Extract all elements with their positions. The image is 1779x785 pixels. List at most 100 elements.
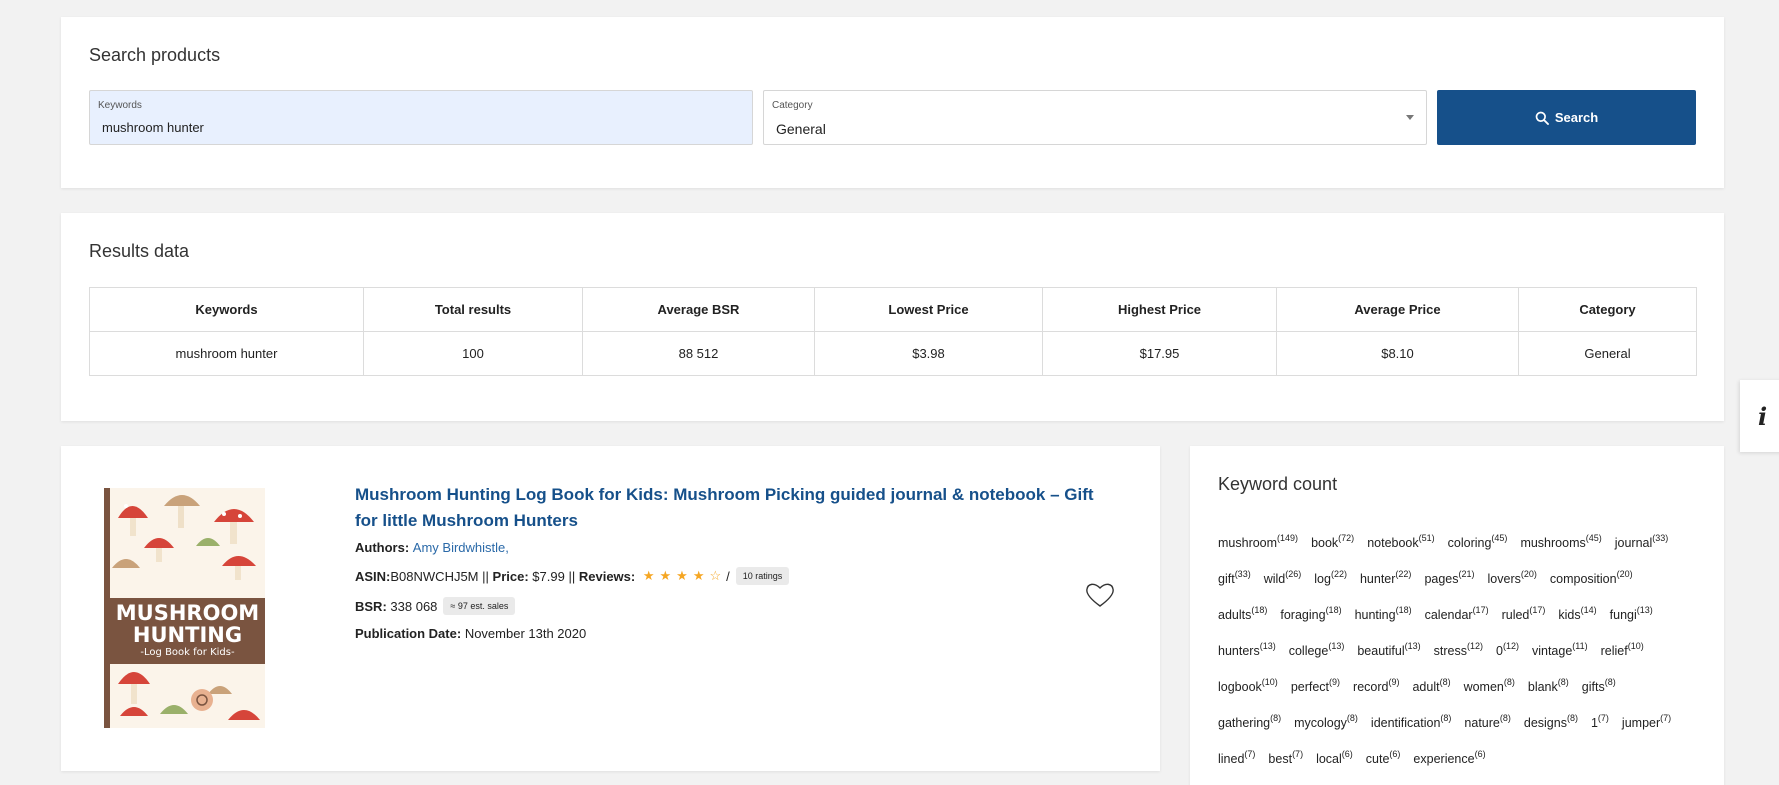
- keyword-word: cute: [1365, 752, 1390, 766]
- keyword-count: (21): [1458, 569, 1475, 579]
- keyword-count: (7): [1660, 713, 1672, 723]
- keyword-chip: adults(18): [1218, 598, 1267, 634]
- book-cover[interactable]: MUSHROOM HUNTING -Log Book for Kids-: [104, 488, 265, 728]
- keyword-count: (8): [1557, 677, 1569, 687]
- keyword-chip: adult(8): [1412, 670, 1450, 706]
- author-link[interactable]: Amy Birdwhistle,: [413, 540, 509, 555]
- keyword-chip: gift(33): [1218, 562, 1251, 598]
- keyword-word: journal: [1614, 536, 1653, 550]
- keyword-word: composition: [1549, 572, 1617, 586]
- pubdate-value: November 13th 2020: [464, 626, 587, 641]
- rating-stars: ★ ★ ★ ★ ☆: [643, 568, 726, 584]
- search-button[interactable]: Search: [1437, 90, 1696, 145]
- keyword-word: jumper: [1621, 716, 1661, 730]
- price-value: $7.99: [532, 568, 565, 584]
- bsr-value: 338 068: [390, 598, 438, 614]
- cover-title-line2: HUNTING: [132, 623, 243, 647]
- keyword-count: (33): [1652, 533, 1669, 543]
- keyword-chip: designs(8): [1524, 706, 1578, 742]
- keyword-word: gathering: [1218, 716, 1271, 730]
- keyword-chip: lovers(20): [1488, 562, 1537, 598]
- keyword-word: lined: [1218, 752, 1245, 766]
- keyword-chip: log(22): [1314, 562, 1347, 598]
- keyword-word: nature: [1464, 716, 1500, 730]
- keyword-count: (8): [1604, 677, 1616, 687]
- keyword-word: gifts: [1581, 680, 1605, 694]
- star-icon: ★: [659, 568, 672, 583]
- keyword-word: relief: [1600, 644, 1628, 658]
- results-card-title: Results data: [89, 241, 190, 261]
- keyword-chip: blank(8): [1528, 670, 1569, 706]
- keyword-word: 0: [1496, 644, 1503, 658]
- star-icon: ★: [642, 568, 655, 583]
- keyword-chip: stress(12): [1434, 634, 1483, 670]
- keyword-chip: 0(12): [1496, 634, 1519, 670]
- keyword-word: mushrooms: [1520, 536, 1586, 550]
- keywords-label: Keywords: [98, 100, 142, 111]
- keyword-count: (8): [1499, 713, 1511, 723]
- info-icon[interactable]: i: [1740, 380, 1779, 452]
- keyword-word: kids: [1558, 608, 1581, 622]
- keyword-count: (149): [1277, 533, 1299, 543]
- reviews-label: Reviews:: [578, 568, 636, 584]
- keyword-chip: calendar(17): [1425, 598, 1489, 634]
- column-header: Total results: [363, 287, 583, 332]
- search-button-label: Search: [1554, 110, 1599, 125]
- keywords-field[interactable]: Keywords: [89, 90, 753, 145]
- category-value: General: [776, 121, 826, 137]
- keyword-chip: jumper(7): [1622, 706, 1671, 742]
- keyword-count: (45): [1585, 533, 1602, 543]
- keyword-chip: local(6): [1316, 742, 1353, 778]
- ratings-separator: /: [726, 568, 730, 584]
- keyword-count: (8): [1270, 713, 1282, 723]
- pubdate-label: Publication Date:: [355, 626, 462, 641]
- keyword-count: (20): [1520, 569, 1537, 579]
- keyword-chip: hunter(22): [1360, 562, 1411, 598]
- keyword-chip: mushrooms(45): [1520, 526, 1601, 562]
- product-title-link[interactable]: Mushroom Hunting Log Book for Kids: Mush…: [355, 482, 1105, 534]
- authors-line: Authors: Amy Birdwhistle,: [355, 540, 509, 555]
- keywords-input[interactable]: [102, 120, 698, 135]
- heart-icon[interactable]: [1085, 581, 1115, 609]
- keyword-chip: identification(8): [1371, 706, 1452, 742]
- category-select[interactable]: Category General: [763, 90, 1427, 145]
- table-cell: $8.10: [1276, 331, 1519, 376]
- keyword-word: vintage: [1531, 644, 1573, 658]
- search-card-title: Search products: [89, 45, 221, 65]
- keyword-chip: pages(21): [1424, 562, 1474, 598]
- keyword-word: identification: [1370, 716, 1441, 730]
- keyword-chip: wild(26): [1264, 562, 1302, 598]
- separator: ||: [482, 568, 489, 584]
- keyword-chip: women(8): [1464, 670, 1515, 706]
- keyword-count: (72): [1338, 533, 1355, 543]
- table-row: mushroom hunter 100 88 512 $3.98 $17.95 …: [89, 331, 1697, 376]
- ratings-count-badge: 10 ratings: [735, 567, 790, 585]
- keyword-count: (45): [1491, 533, 1508, 543]
- keyword-chip: 1(7): [1591, 706, 1609, 742]
- keyword-chip: gifts(8): [1582, 670, 1616, 706]
- keyword-count: (9): [1388, 677, 1400, 687]
- keyword-count: (11): [1572, 641, 1588, 651]
- authors-label: Authors:: [355, 540, 410, 555]
- keyword-word: hunting: [1354, 608, 1396, 622]
- table-cell: $17.95: [1042, 331, 1277, 376]
- keyword-word: coloring: [1447, 536, 1492, 550]
- keyword-word: women: [1463, 680, 1504, 694]
- keyword-count: (8): [1440, 713, 1452, 723]
- star-icon: ★: [692, 568, 705, 583]
- asin-line: ASIN: B08NWCHJ5M || Price: $7.99 || Revie…: [355, 567, 790, 585]
- keyword-word: 1: [1590, 716, 1598, 730]
- keyword-count: (7): [1597, 713, 1609, 723]
- keyword-word: designs: [1523, 716, 1567, 730]
- keyword-word: best: [1268, 752, 1293, 766]
- keyword-chip: book(72): [1311, 526, 1354, 562]
- keyword-count: (14): [1580, 605, 1597, 615]
- keyword-count: (8): [1346, 713, 1358, 723]
- star-outline-icon: ☆: [709, 568, 722, 583]
- bsr-line: BSR: 338 068 ≈ 97 est. sales: [355, 597, 516, 615]
- keyword-count-card: Keyword count mushroom(149) book(72) noteb…: [1190, 446, 1724, 785]
- keyword-count: (6): [1341, 749, 1353, 759]
- keyword-word: mycology: [1294, 716, 1347, 730]
- keyword-count: (13): [1404, 641, 1421, 651]
- star-icon: ★: [676, 568, 688, 583]
